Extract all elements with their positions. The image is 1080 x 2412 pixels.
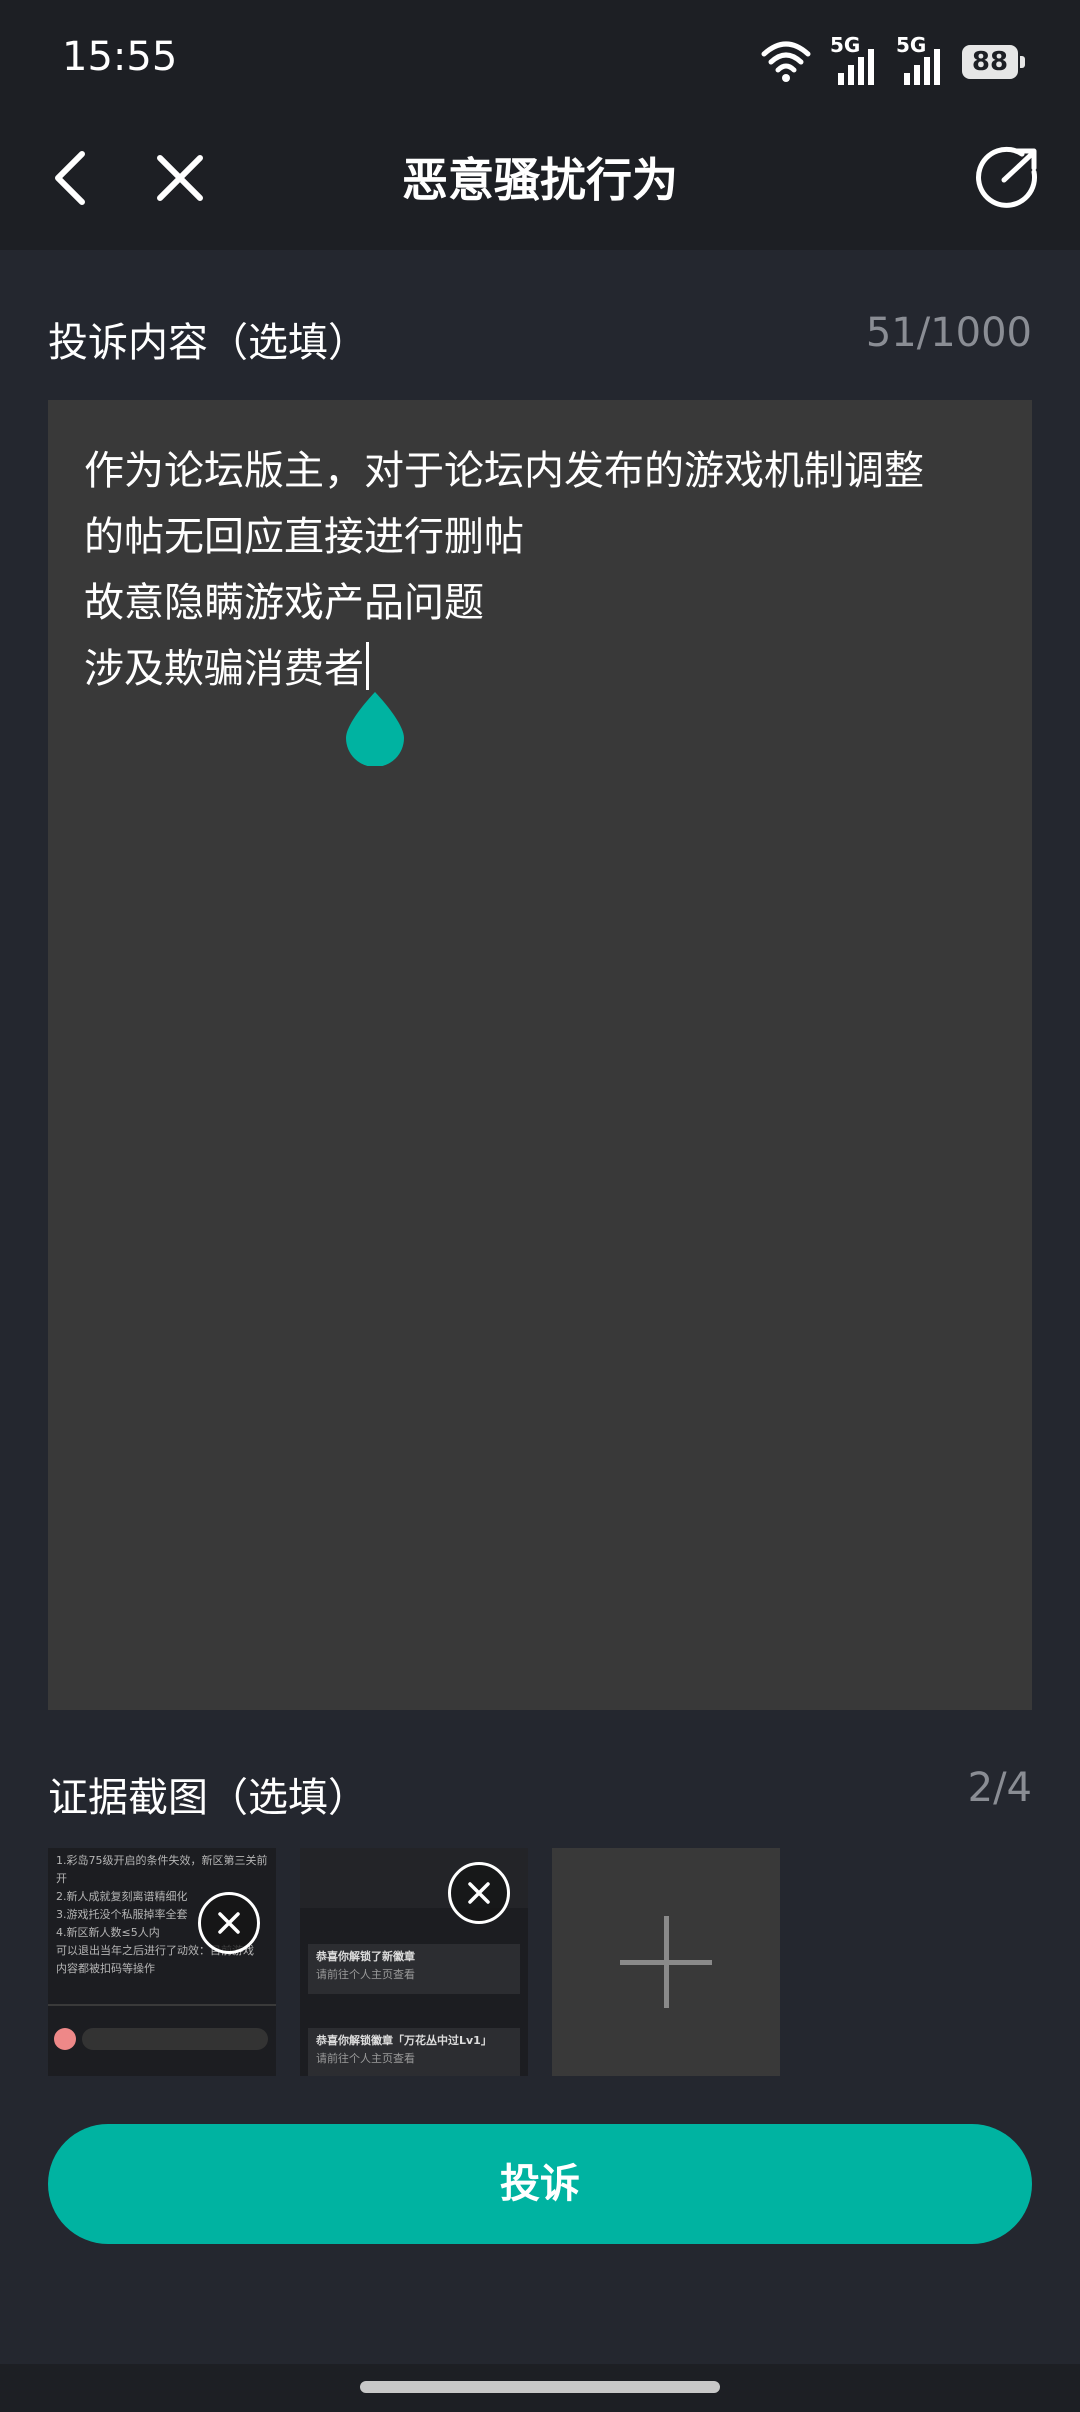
share-button[interactable] bbox=[976, 146, 1040, 210]
text-cursor bbox=[366, 642, 369, 690]
remove-image-button[interactable] bbox=[448, 1862, 510, 1924]
evidence-thumbnail[interactable]: 1.彩岛75级开启的条件失效，新区第三关前 开 2.新人成就复刻离谱精细化 3.… bbox=[48, 1848, 276, 2076]
complaint-char-counter: 51/1000 bbox=[865, 310, 1032, 356]
signal-icon: 5G bbox=[830, 33, 878, 87]
complaint-textarea[interactable]: 作为论坛版主，对于论坛内发布的游戏机制调整 的帖无回应直接进行删帖 故意隐瞒游戏… bbox=[48, 400, 1032, 1710]
thumbnail-card: 恭喜你解锁徽章「万花丛中过Lv1」 请前往个人主页查看 bbox=[308, 2028, 520, 2076]
status-time: 15:55 bbox=[62, 34, 178, 80]
page-title: 恶意骚扰行为 bbox=[402, 153, 678, 207]
close-icon bbox=[157, 155, 203, 201]
remove-image-button[interactable] bbox=[198, 1892, 260, 1954]
home-indicator[interactable] bbox=[360, 2381, 720, 2393]
comment-input bbox=[82, 2028, 268, 2050]
back-arrow-icon bbox=[55, 151, 85, 205]
evidence-counter: 2/4 bbox=[967, 1765, 1032, 1811]
close-button[interactable] bbox=[150, 148, 210, 208]
battery-icon: 88 bbox=[962, 45, 1025, 79]
wifi-icon bbox=[761, 41, 811, 82]
evidence-thumbnail[interactable]: 恭喜你解锁了新徽章 请前往个人主页查看 恭喜你解锁徽章「万花丛中过Lv1」 请前… bbox=[300, 1848, 528, 2076]
close-icon bbox=[468, 1882, 490, 1904]
complaint-text-line: 故意隐瞒游戏产品问题 bbox=[84, 580, 484, 626]
complaint-text-line: 作为论坛版主，对于论坛内发布的游戏机制调整 bbox=[84, 448, 924, 494]
text-cursor-handle-icon[interactable] bbox=[344, 690, 406, 766]
back-button[interactable] bbox=[46, 148, 96, 208]
complaint-text-line: 的帖无回应直接进行删帖 bbox=[84, 514, 524, 560]
evidence-label: 证据截图（选填） bbox=[48, 1775, 368, 1821]
complaint-text-line-last: 涉及欺骗消费者 bbox=[84, 636, 996, 702]
thumbnail-divider bbox=[48, 2004, 276, 2006]
status-icons: 5G 5G 88 bbox=[760, 33, 1025, 90]
signal-icon: 5G bbox=[896, 33, 944, 87]
add-image-button[interactable] bbox=[552, 1848, 780, 2076]
complaint-text-fragment: 涉及欺骗消费者 bbox=[84, 646, 364, 692]
status-bar: 15:55 5G 5G 88 bbox=[0, 0, 1080, 125]
complaint-label: 投诉内容（选填） bbox=[48, 320, 368, 366]
submit-complaint-button[interactable]: 投诉 bbox=[48, 2124, 1032, 2244]
close-icon bbox=[218, 1912, 240, 1934]
avatar bbox=[54, 2028, 76, 2050]
thumbnail-card: 恭喜你解锁了新徽章 请前往个人主页查看 bbox=[308, 1944, 520, 1994]
share-icon bbox=[976, 146, 1037, 208]
